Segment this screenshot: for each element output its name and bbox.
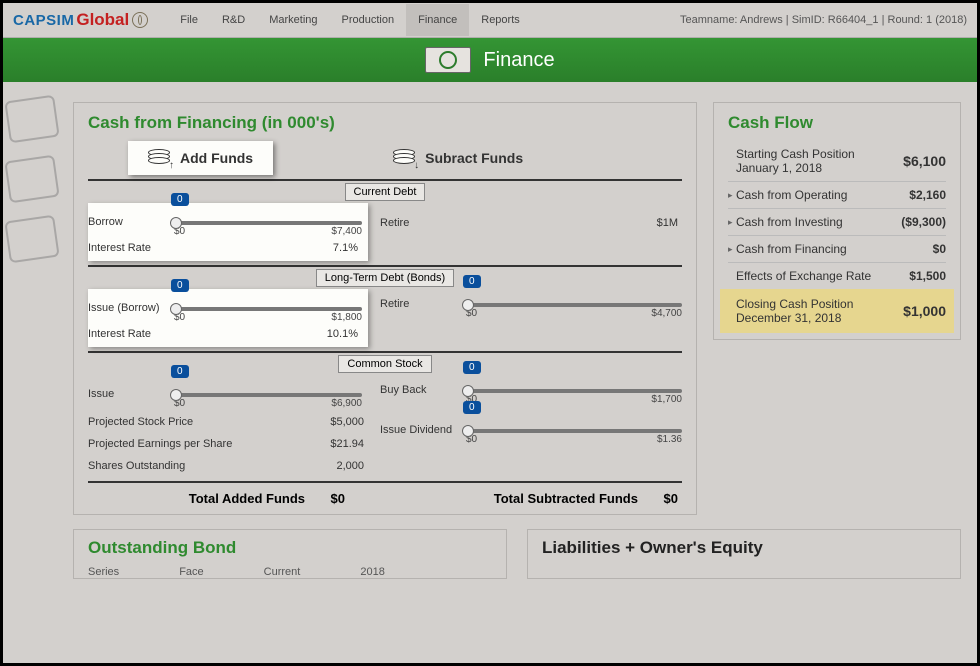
issue-slider[interactable]: 0 $0$1,800 [174,293,362,323]
panel-title: Cash from Financing (in 000's) [88,113,682,133]
interest-value: 7.1% [333,242,362,254]
totals-row: Total Added Funds $0 Total Subtracted Fu… [88,483,682,508]
dividend-slider[interactable]: 0 $0$1.36 [466,415,682,445]
menu-production[interactable]: Production [330,4,407,36]
logo-text-2: Global [76,10,129,30]
interest-label: Interest Rate [88,242,174,254]
cashflow-title: Cash Flow [728,113,946,133]
section-long-term: Long-Term Debt (Bonds) Issue (Borrow) 0 … [88,267,682,347]
buyback-slider[interactable]: 0 $0$1,700 [466,375,682,405]
expand-icon: ▸ [728,217,736,228]
section-current-debt: Current Debt Borrow 0 $0$7,400 [88,181,682,261]
expand-icon: ▸ [728,244,736,255]
cashflow-row: Starting Cash Position January 1, 2018$6… [728,141,946,181]
section-label: Common Stock [338,355,431,373]
cashflow-row[interactable]: ▸Cash from Operating$2,160 [728,181,946,208]
cashflow-row: Effects of Exchange Rate$1,500 [728,262,946,289]
menu-reports[interactable]: Reports [469,4,532,36]
cashflow-label: Starting Cash Position January 1, 2018 [736,147,884,175]
retire-label: Retire [380,217,466,229]
main-menu: File R&D Marketing Production Finance Re… [168,4,532,36]
stock-issue-slider[interactable]: 0 $0$6,900 [174,379,362,409]
expand-icon: ▸ [728,190,736,201]
top-bar: CAPSIM Global File R&D Marketing Product… [3,3,977,38]
cashflow-panel: Cash Flow Starting Cash Position January… [713,102,961,340]
cashflow-row[interactable]: ▸Cash from Investing($9,300) [728,208,946,235]
globe-icon [132,12,148,28]
banner-title: Finance [483,49,554,72]
coins-add-icon: ↑ [148,149,170,167]
cashflow-row: Closing Cash Position December 31, 2018$… [720,289,954,333]
menu-marketing[interactable]: Marketing [257,4,329,36]
tab-add-funds[interactable]: ↑ Add Funds [128,141,273,175]
cashflow-label: Effects of Exchange Rate [736,269,884,283]
cash-icon [425,47,471,73]
tab-subtract-funds[interactable]: ↓ Subract Funds [373,141,543,175]
logo-text-1: CAPSIM [13,12,74,29]
logo: CAPSIM Global [13,10,148,30]
borrow-slider[interactable]: 0 $0$7,400 [174,207,362,237]
financing-panel: Cash from Financing (in 000's) ↑ Add Fun… [73,102,697,515]
cashflow-value: $1,500 [884,269,946,283]
issue-label: Issue (Borrow) [88,302,174,314]
cashflow-value: ($9,300) [884,215,946,229]
cashflow-value: $0 [884,242,946,256]
liabilities-panel: Liabilities + Owner's Equity [527,529,961,579]
section-label: Current Debt [345,183,426,201]
cashflow-label: Closing Cash Position December 31, 2018 [736,297,884,325]
total-added: $0 [305,491,345,506]
retire-slider[interactable]: 0 $0$4,700 [466,289,682,319]
retire-value: $1M [657,217,682,229]
cashflow-label: Cash from Investing [736,215,884,229]
cashflow-row[interactable]: ▸Cash from Financing$0 [728,235,946,262]
section-common-stock: Common Stock Issue 0 $0$6,900 [88,353,682,477]
tab-add-label: Add Funds [180,150,253,166]
outstanding-bond-panel: Outstanding Bond Series Face Current 201… [73,529,507,579]
cashflow-label: Cash from Financing [736,242,884,256]
borrow-value: 0 [171,193,189,206]
section-label: Long-Term Debt (Bonds) [316,269,454,287]
cashflow-value: $1,000 [884,303,946,319]
cashflow-value: $2,160 [884,188,946,202]
page-banner: Finance [3,38,977,82]
borrow-label: Borrow [88,216,174,228]
menu-rnd[interactable]: R&D [210,4,257,36]
tab-subtract-label: Subract Funds [425,150,523,166]
cashflow-value: $6,100 [884,153,946,169]
cashflow-label: Cash from Operating [736,188,884,202]
menu-finance[interactable]: Finance [406,4,469,36]
session-info: Teamname: Andrews | SimID: R66404_1 | Ro… [680,14,967,26]
menu-file[interactable]: File [168,4,210,36]
total-subtracted: $0 [638,491,678,506]
coins-subtract-icon: ↓ [393,149,415,167]
retire-label: Retire [380,298,466,310]
